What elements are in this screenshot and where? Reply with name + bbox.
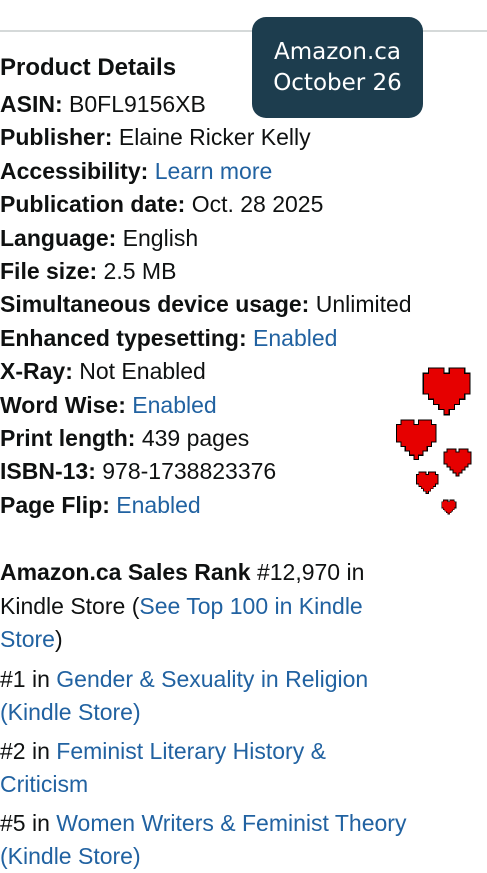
- detail-row: Enhanced typesetting: Enabled: [0, 322, 487, 355]
- top-100-link-cont[interactable]: Store: [0, 626, 55, 652]
- sales-rank: Amazon.ca Sales Rank #12,970 in Kindle S…: [0, 556, 487, 657]
- detail-link[interactable]: Enabled: [132, 392, 216, 418]
- detail-label: Language:: [0, 224, 117, 251]
- sales-rank-line-3: Store): [0, 623, 487, 657]
- detail-label: ASIN:: [0, 91, 63, 117]
- category-rank-line-1: #1 in Gender & Sexuality in Religion: [0, 663, 487, 696]
- category-link-cont[interactable]: (Kindle Store): [0, 696, 487, 729]
- pixel-heart-icon: [440, 499, 457, 516]
- detail-label: Page Flip:: [0, 491, 110, 518]
- pixel-heart-icon: [396, 420, 436, 460]
- sales-rank-value: #12,970 in: [256, 559, 365, 586]
- detail-value: 978-1738823376: [102, 458, 277, 485]
- category-rank-number: #5 in: [0, 809, 50, 836]
- category-rank-number: #2 in: [0, 737, 50, 764]
- date-badge: Amazon.ca October 26: [252, 17, 423, 118]
- category-link[interactable]: Gender & Sexuality in Religion: [56, 666, 368, 692]
- detail-value: B0FL9156XB: [69, 91, 206, 117]
- detail-row: Simultaneous device usage: Unlimited: [0, 288, 487, 321]
- detail-link[interactable]: Learn more: [155, 158, 273, 184]
- detail-label: ISBN-13:: [0, 458, 96, 485]
- detail-label: Print length:: [0, 424, 136, 451]
- badge-store: Amazon.ca: [273, 38, 401, 65]
- category-link-cont[interactable]: Criticism: [0, 768, 487, 801]
- detail-value: Unlimited: [315, 291, 412, 318]
- badge-date: October 26: [273, 69, 402, 96]
- detail-value: 439 pages: [141, 424, 250, 451]
- detail-row: Publication date: Oct. 28 2025: [0, 188, 487, 221]
- detail-link[interactable]: Enabled: [253, 325, 337, 351]
- detail-label: Enhanced typesetting:: [0, 324, 247, 351]
- sales-rank-label: Amazon.ca Sales Rank: [0, 559, 251, 586]
- detail-value: Oct. 28 2025: [191, 191, 324, 218]
- category-rank: #1 in Gender & Sexuality in Religion (Kin…: [0, 663, 487, 729]
- sales-rank-line-2: Kindle Store (See Top 100 in Kindle: [0, 590, 487, 624]
- detail-row: Publisher: Elaine Ricker Kelly: [0, 121, 487, 154]
- sales-rank-store: Kindle Store (: [0, 592, 140, 619]
- detail-row: Language: English: [0, 222, 487, 255]
- detail-label: Word Wise:: [0, 391, 126, 418]
- hearts-decoration: [380, 360, 487, 516]
- category-link[interactable]: Women Writers & Feminist Theory: [56, 810, 406, 836]
- category-rank-number: #1 in: [0, 665, 50, 692]
- detail-label: Accessibility:: [0, 157, 149, 184]
- category-rank-line-1: #2 in Feminist Literary History &: [0, 735, 487, 768]
- detail-value: 2.5 MB: [103, 257, 177, 284]
- pixel-heart-icon: [442, 447, 473, 478]
- category-link[interactable]: Feminist Literary History &: [56, 738, 326, 764]
- detail-label: Publication date:: [0, 191, 186, 218]
- detail-value: Not Enabled: [79, 358, 206, 385]
- top-100-link[interactable]: See Top 100 in Kindle: [139, 593, 362, 619]
- pixel-heart-icon: [415, 470, 440, 495]
- sales-rank-line-1: Amazon.ca Sales Rank #12,970 in: [0, 556, 487, 590]
- detail-label: X-Ray:: [0, 358, 73, 385]
- category-rank-line-1: #5 in Women Writers & Feminist Theory: [0, 807, 487, 840]
- pixel-heart-icon: [423, 368, 470, 415]
- category-rank: #2 in Feminist Literary History & Critici…: [0, 735, 487, 801]
- category-link-cont[interactable]: (Kindle Store): [0, 840, 487, 873]
- detail-label: File size:: [0, 257, 98, 284]
- detail-row: Accessibility: Learn more: [0, 155, 487, 188]
- sales-rank-close: ): [54, 626, 63, 653]
- category-rank-list: #1 in Gender & Sexuality in Religion (Kin…: [0, 663, 487, 873]
- detail-label: Simultaneous device usage:: [0, 291, 310, 318]
- category-rank: #5 in Women Writers & Feminist Theory (Ki…: [0, 807, 487, 873]
- detail-value: English: [122, 224, 199, 251]
- detail-label: Publisher:: [0, 124, 113, 151]
- detail-row: File size: 2.5 MB: [0, 255, 487, 288]
- detail-link[interactable]: Enabled: [116, 492, 200, 518]
- detail-value: Elaine Ricker Kelly: [118, 124, 311, 151]
